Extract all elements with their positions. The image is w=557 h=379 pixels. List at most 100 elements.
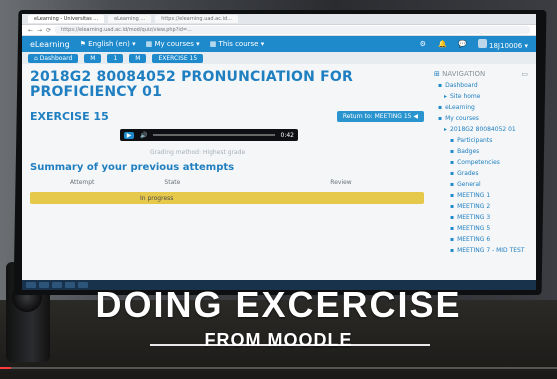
taskbar-app-4-icon[interactable]: [78, 282, 88, 288]
nav-item-label: Grades: [457, 170, 479, 177]
nav-item[interactable]: ▪ MEETING 5: [434, 225, 528, 232]
nav-bullet-icon: ▪: [450, 170, 455, 177]
back-icon[interactable]: ←: [28, 27, 33, 34]
forward-icon[interactable]: →: [37, 27, 42, 34]
nav-item[interactable]: ▪ eLearning: [434, 104, 528, 111]
play-button[interactable]: ▶: [124, 131, 134, 139]
reload-icon[interactable]: ⟳: [46, 27, 51, 34]
language-menu[interactable]: ⚑ English (en) ▾: [80, 40, 136, 48]
breadcrumb-item-4[interactable]: M: [129, 53, 147, 63]
language-label: English (en) ▾: [88, 40, 136, 48]
nav-item-label: Dashboard: [445, 82, 478, 89]
breadcrumb-item-3[interactable]: 1: [107, 53, 124, 63]
taskbar-app-1-icon[interactable]: [39, 282, 49, 288]
nav-bullet-icon: ▪: [450, 159, 455, 166]
address-bar: ← → ⟳ https://elearning.uad.ac.id/mod/qu…: [22, 25, 536, 36]
user-menu[interactable]: 18J10006 ▾: [477, 38, 528, 50]
seek-bar[interactable]: [153, 134, 275, 136]
nav-item[interactable]: ▪ Dashboard: [434, 82, 528, 89]
breadcrumb-item-current: EXERCISE 15: [152, 53, 204, 63]
exercise-header: EXERCISE 15 Return to: MEETING 15 ◀: [30, 110, 424, 123]
grading-method: Grading method: Highest grade: [150, 149, 246, 156]
block-actions-icon[interactable]: ▭: [521, 70, 528, 78]
notifications-icon[interactable]: 🔔: [438, 40, 448, 48]
navigation-block: ⊞ NAVIGATION ▭ ▪ Dashboard ▸ Site home ▪ eLea…: [434, 70, 528, 254]
nav-item-label: 2018G2 80084052 01: [450, 126, 516, 133]
nav-item[interactable]: ▪ Competencies: [434, 159, 528, 166]
breadcrumb-item-dashboard[interactable]: ⌂ Dashboard: [28, 53, 79, 63]
nav-bullet-icon: ▸: [444, 126, 448, 133]
nav-item-label: eLearning: [445, 104, 475, 111]
caption-underline: [150, 344, 430, 346]
nav-item-label: MEETING 2: [457, 203, 491, 210]
nav-item[interactable]: ▪ My courses: [434, 115, 528, 122]
taskbar-app-2-icon[interactable]: [52, 282, 62, 288]
exercise-title: EXERCISE 15: [30, 110, 109, 123]
site-brand[interactable]: eLearning: [30, 40, 70, 49]
nav-bullet-icon: ▪: [438, 115, 443, 122]
nav-bullet-icon: ▪: [450, 247, 455, 254]
nav-item-label: Participants: [457, 137, 493, 144]
nav-item[interactable]: ▪ Badges: [434, 148, 528, 155]
navigation-header: ⊞ NAVIGATION ▭: [434, 70, 528, 78]
nav-bullet-icon: ▪: [438, 82, 443, 89]
nav-item[interactable]: ▪ MEETING 1: [434, 192, 528, 199]
nav-bullet-icon: ▪: [438, 104, 443, 111]
monitor-screen: eLearning - Universitas ... eLearning ..…: [22, 14, 536, 290]
nav-bullet-icon: ▪: [450, 137, 455, 144]
url-field[interactable]: https://elearning.uad.ac.id/mod/quiz/vie…: [55, 26, 530, 34]
nav-item[interactable]: ▪ General: [434, 181, 528, 188]
nav-item-label: MEETING 3: [457, 214, 491, 221]
browser-tabs: eLearning - Universitas ... eLearning ..…: [22, 14, 536, 25]
header-attempt: Attempt: [70, 179, 95, 186]
start-icon[interactable]: [26, 282, 36, 288]
browser-tab-1[interactable]: eLearning - Universitas ...: [28, 15, 105, 23]
header-state: State: [164, 179, 181, 186]
volume-icon[interactable]: 🔊: [140, 132, 147, 139]
course-icon-2: ▦: [209, 40, 217, 48]
my-courses-menu[interactable]: ▦ My courses ▾: [146, 40, 200, 48]
audio-player: ▶ 🔊 0:42: [120, 129, 298, 141]
nav-bullet-icon: ▪: [450, 203, 455, 210]
video-progress-fill: [0, 367, 12, 369]
nav-item[interactable]: ▪ MEETING 6: [434, 236, 528, 243]
navigation-title: ⊞ NAVIGATION: [434, 70, 486, 78]
my-courses-label: My courses ▾: [154, 40, 200, 48]
course-title: 2018G2 80084052 PRONUNCIATION FOR PROFIC…: [30, 69, 353, 100]
content-area: 2018G2 80084052 PRONUNCIATION FOR PROFIC…: [30, 70, 424, 254]
nav-bullet-icon: ▪: [450, 214, 455, 221]
browser-tab-3[interactable]: https://elearning.uad.ac.id...: [155, 15, 238, 23]
this-course-menu[interactable]: ▦ This course ▾: [210, 40, 265, 48]
nav-item-label: Badges: [457, 148, 480, 155]
main-area: 2018G2 80084052 PRONUNCIATION FOR PROFIC…: [22, 64, 536, 254]
messages-icon[interactable]: 💬: [458, 40, 468, 48]
browser-tab-2[interactable]: eLearning ...: [108, 15, 152, 23]
nav-item-label: My courses: [445, 115, 479, 122]
breadcrumb: ⌂ Dashboard M 1 M EXERCISE 15: [22, 52, 536, 64]
nav-bullet-icon: ▪: [450, 225, 455, 232]
nav-item[interactable]: ▪ MEETING 2: [434, 203, 528, 210]
nav-item-label: Site home: [450, 93, 481, 100]
flag-icon: ⚑: [79, 40, 86, 48]
photo-scene: eLearning - Universitas ... eLearning ..…: [0, 0, 557, 379]
nav-item[interactable]: ▪ MEETING 7 - MID TEST: [434, 247, 528, 254]
summary-title: Summary of your previous attempts: [30, 162, 235, 173]
return-button[interactable]: Return to: MEETING 15 ◀: [336, 111, 424, 122]
nav-item[interactable]: ▪ Participants: [434, 137, 528, 144]
nav-bullet-icon: ▪: [450, 148, 455, 155]
attempt-state: In progress: [140, 194, 174, 202]
user-label: 18J10006 ▾: [489, 41, 528, 50]
nav-item[interactable]: ▸ 2018G2 80084052 01: [434, 126, 528, 133]
navigation-list: ▪ Dashboard ▸ Site home ▪ eLearning ▪ My course…: [434, 82, 528, 254]
nav-item[interactable]: ▪ MEETING 3: [434, 214, 528, 221]
nav-bullet-icon: ▪: [450, 192, 455, 199]
settings-icon[interactable]: ⚙: [418, 40, 428, 48]
taskbar-app-3-icon[interactable]: [65, 282, 75, 288]
attempts-table-header: Attempt State Review: [30, 179, 424, 186]
nav-item[interactable]: ▪ Grades: [434, 170, 528, 177]
nav-bullet-icon: ▪: [450, 181, 455, 188]
moodle-navbar: eLearning ⚑ English (en) ▾ ▦ My courses …: [22, 36, 536, 52]
video-progress-bar[interactable]: [0, 367, 557, 369]
breadcrumb-item-2[interactable]: M: [84, 53, 102, 63]
nav-item[interactable]: ▸ Site home: [434, 93, 528, 100]
